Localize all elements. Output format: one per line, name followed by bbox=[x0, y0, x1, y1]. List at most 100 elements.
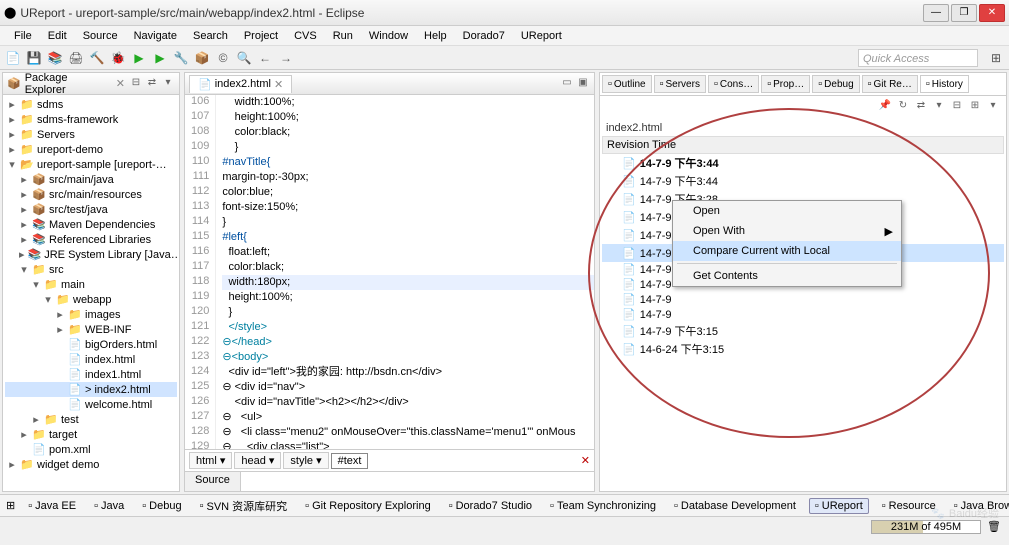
breadcrumb-item[interactable]: html ▾ bbox=[189, 452, 232, 469]
view-tab-debug[interactable]: ▫Debug bbox=[812, 75, 859, 93]
tree-node[interactable]: ▸📦src/main/resources bbox=[5, 187, 177, 202]
perspective-java-browsing[interactable]: ▫Java Browsing bbox=[949, 499, 1009, 513]
gc-icon[interactable]: 🗑 bbox=[987, 520, 1001, 533]
new-package-icon[interactable]: 📦 bbox=[193, 49, 211, 67]
run-icon[interactable]: ▶ bbox=[130, 49, 148, 67]
perspective-database-development[interactable]: ▫Database Development bbox=[669, 499, 801, 513]
memory-indicator[interactable]: 231M of 495M bbox=[871, 520, 981, 534]
tree-node[interactable]: ▸📚JRE System Library [Java… bbox=[5, 247, 177, 262]
revision-item[interactable]: 📄14-7-9 下午3:15 bbox=[602, 322, 1004, 340]
code-editor[interactable]: 1061071081091101111121131141151161171181… bbox=[185, 95, 594, 449]
breadcrumb-close-icon[interactable]: ✕ bbox=[581, 454, 590, 467]
tree-node[interactable]: ▸📁sdms bbox=[5, 97, 177, 112]
tree-node[interactable]: 📄bigOrders.html bbox=[5, 337, 177, 352]
tree-node[interactable]: ▾📁main bbox=[5, 277, 177, 292]
source-tab[interactable]: Source bbox=[185, 472, 241, 491]
close-view-icon[interactable]: ✕ bbox=[116, 77, 125, 90]
menu-navigate[interactable]: Navigate bbox=[126, 28, 185, 44]
breadcrumb-item[interactable]: head ▾ bbox=[234, 452, 281, 469]
menu-help[interactable]: Help bbox=[416, 28, 455, 44]
menu-icon[interactable]: ▾ bbox=[986, 100, 1000, 114]
perspective-svn-资源库研究[interactable]: ▫SVN 资源库研究 bbox=[195, 497, 293, 515]
tree-node[interactable]: 📄pom.xml bbox=[5, 442, 177, 457]
quick-access-input[interactable]: Quick Access bbox=[858, 49, 978, 67]
tree-node[interactable]: ▸📦src/test/java bbox=[5, 202, 177, 217]
view-tab-history[interactable]: ▫History bbox=[920, 75, 969, 93]
perspective-ureport[interactable]: ▫UReport bbox=[809, 498, 869, 514]
tree-node[interactable]: 📄welcome.html bbox=[5, 397, 177, 412]
compare-icon[interactable]: ⊞ bbox=[968, 100, 982, 114]
tree-node[interactable]: 📄index.html bbox=[5, 352, 177, 367]
pin-icon[interactable]: 📌 bbox=[878, 100, 892, 114]
refresh-icon[interactable]: ↻ bbox=[896, 100, 910, 114]
save-all-icon[interactable]: 📚 bbox=[46, 49, 64, 67]
context-menu-item[interactable]: Open bbox=[673, 201, 901, 221]
tree-node[interactable]: ▸📚Referenced Libraries bbox=[5, 232, 177, 247]
tree-node[interactable]: 📄> index2.html bbox=[5, 382, 177, 397]
view-tab-servers[interactable]: ▫Servers bbox=[654, 75, 706, 93]
new-class-icon[interactable]: © bbox=[214, 49, 232, 67]
perspective-dorado7-studio[interactable]: ▫Dorado7 Studio bbox=[444, 499, 537, 513]
minimize-editor-icon[interactable]: ▭ bbox=[560, 77, 574, 91]
tree-node[interactable]: ▸📚Maven Dependencies bbox=[5, 217, 177, 232]
close-button[interactable]: ✕ bbox=[979, 4, 1005, 22]
revision-item[interactable]: 📄14-7-9 下午3:44 bbox=[602, 172, 1004, 190]
perspective-git-repository-exploring[interactable]: ▫Git Repository Exploring bbox=[300, 499, 436, 513]
context-menu-item[interactable]: Compare Current with Local bbox=[673, 241, 901, 261]
view-tab-gitre[interactable]: ▫Git Re… bbox=[862, 75, 918, 93]
build-icon[interactable]: 🔨 bbox=[88, 49, 106, 67]
tree-node[interactable]: ▾📁src bbox=[5, 262, 177, 277]
print-icon[interactable]: 🖨 bbox=[67, 49, 85, 67]
perspective-debug[interactable]: ▫Debug bbox=[137, 499, 186, 513]
perspective-team-synchronizing[interactable]: ▫Team Synchronizing bbox=[545, 499, 661, 513]
tree-node[interactable]: ▸📁WEB-INF bbox=[5, 322, 177, 337]
menu-ureport[interactable]: UReport bbox=[513, 28, 570, 44]
collapse-all-icon[interactable]: ⊟ bbox=[129, 77, 143, 91]
save-icon[interactable]: 💾 bbox=[25, 49, 43, 67]
link-editor-icon[interactable]: ⇄ bbox=[145, 77, 159, 91]
menu-project[interactable]: Project bbox=[236, 28, 286, 44]
menu-window[interactable]: Window bbox=[361, 28, 416, 44]
context-menu-item[interactable]: Get Contents bbox=[673, 266, 901, 286]
revision-item[interactable]: 📄14-6-24 下午3:15 bbox=[602, 340, 1004, 358]
view-tab-cons[interactable]: ▫Cons… bbox=[708, 75, 759, 93]
editor-tab[interactable]: 📄 index2.html ✕ bbox=[189, 75, 292, 93]
revision-item[interactable]: 📄14-7-9 bbox=[602, 292, 1004, 307]
tree-node[interactable]: ▸📁Servers bbox=[5, 127, 177, 142]
close-tab-icon[interactable]: ✕ bbox=[274, 78, 283, 91]
menu-dorado7[interactable]: Dorado7 bbox=[455, 28, 513, 44]
view-menu-icon[interactable]: ▾ bbox=[161, 77, 175, 91]
menu-edit[interactable]: Edit bbox=[40, 28, 75, 44]
menu-source[interactable]: Source bbox=[75, 28, 126, 44]
maximize-editor-icon[interactable]: ▣ bbox=[576, 77, 590, 91]
tree-node[interactable]: ▸📦src/main/java bbox=[5, 172, 177, 187]
view-tab-outline[interactable]: ▫Outline bbox=[602, 75, 652, 93]
context-menu-item[interactable]: Open With▶ bbox=[673, 221, 901, 241]
menu-cvs[interactable]: CVS bbox=[286, 28, 325, 44]
revision-item[interactable]: 📄14-7-9 bbox=[602, 307, 1004, 322]
new-icon[interactable]: 📄 bbox=[4, 49, 22, 67]
tree-node[interactable]: ▸📁test bbox=[5, 412, 177, 427]
package-explorer-tree[interactable]: ▸📁sdms▸📁sdms-framework▸📁Servers▸📁ureport… bbox=[3, 95, 179, 491]
perspective-icon[interactable]: ⊞ bbox=[987, 49, 1005, 67]
ext-tools-icon[interactable]: 🔧 bbox=[172, 49, 190, 67]
debug-icon[interactable]: 🐞 bbox=[109, 49, 127, 67]
tree-node[interactable]: ▸📁sdms-framework bbox=[5, 112, 177, 127]
filter-icon[interactable]: ▾ bbox=[932, 100, 946, 114]
perspective-java[interactable]: ▫Java bbox=[89, 499, 129, 513]
tree-node[interactable]: ▸📁target bbox=[5, 427, 177, 442]
tree-node[interactable]: 📄index1.html bbox=[5, 367, 177, 382]
element-breadcrumb[interactable]: html ▾head ▾style ▾#text ✕ bbox=[185, 449, 594, 471]
breadcrumb-item[interactable]: #text bbox=[331, 453, 369, 469]
revision-item[interactable]: 📄14-7-9 下午3:44 bbox=[602, 154, 1004, 172]
search-icon[interactable]: 🔍 bbox=[235, 49, 253, 67]
menu-file[interactable]: File bbox=[6, 28, 40, 44]
tree-node[interactable]: ▸📁images bbox=[5, 307, 177, 322]
perspective-java-ee[interactable]: ▫Java EE bbox=[23, 499, 81, 513]
breadcrumb-item[interactable]: style ▾ bbox=[283, 452, 328, 469]
tree-node[interactable]: ▸📁widget demo bbox=[5, 457, 177, 472]
view-tab-prop[interactable]: ▫Prop… bbox=[761, 75, 810, 93]
menu-search[interactable]: Search bbox=[185, 28, 236, 44]
run-last-icon[interactable]: ▶ bbox=[151, 49, 169, 67]
minimize-button[interactable]: — bbox=[923, 4, 949, 22]
